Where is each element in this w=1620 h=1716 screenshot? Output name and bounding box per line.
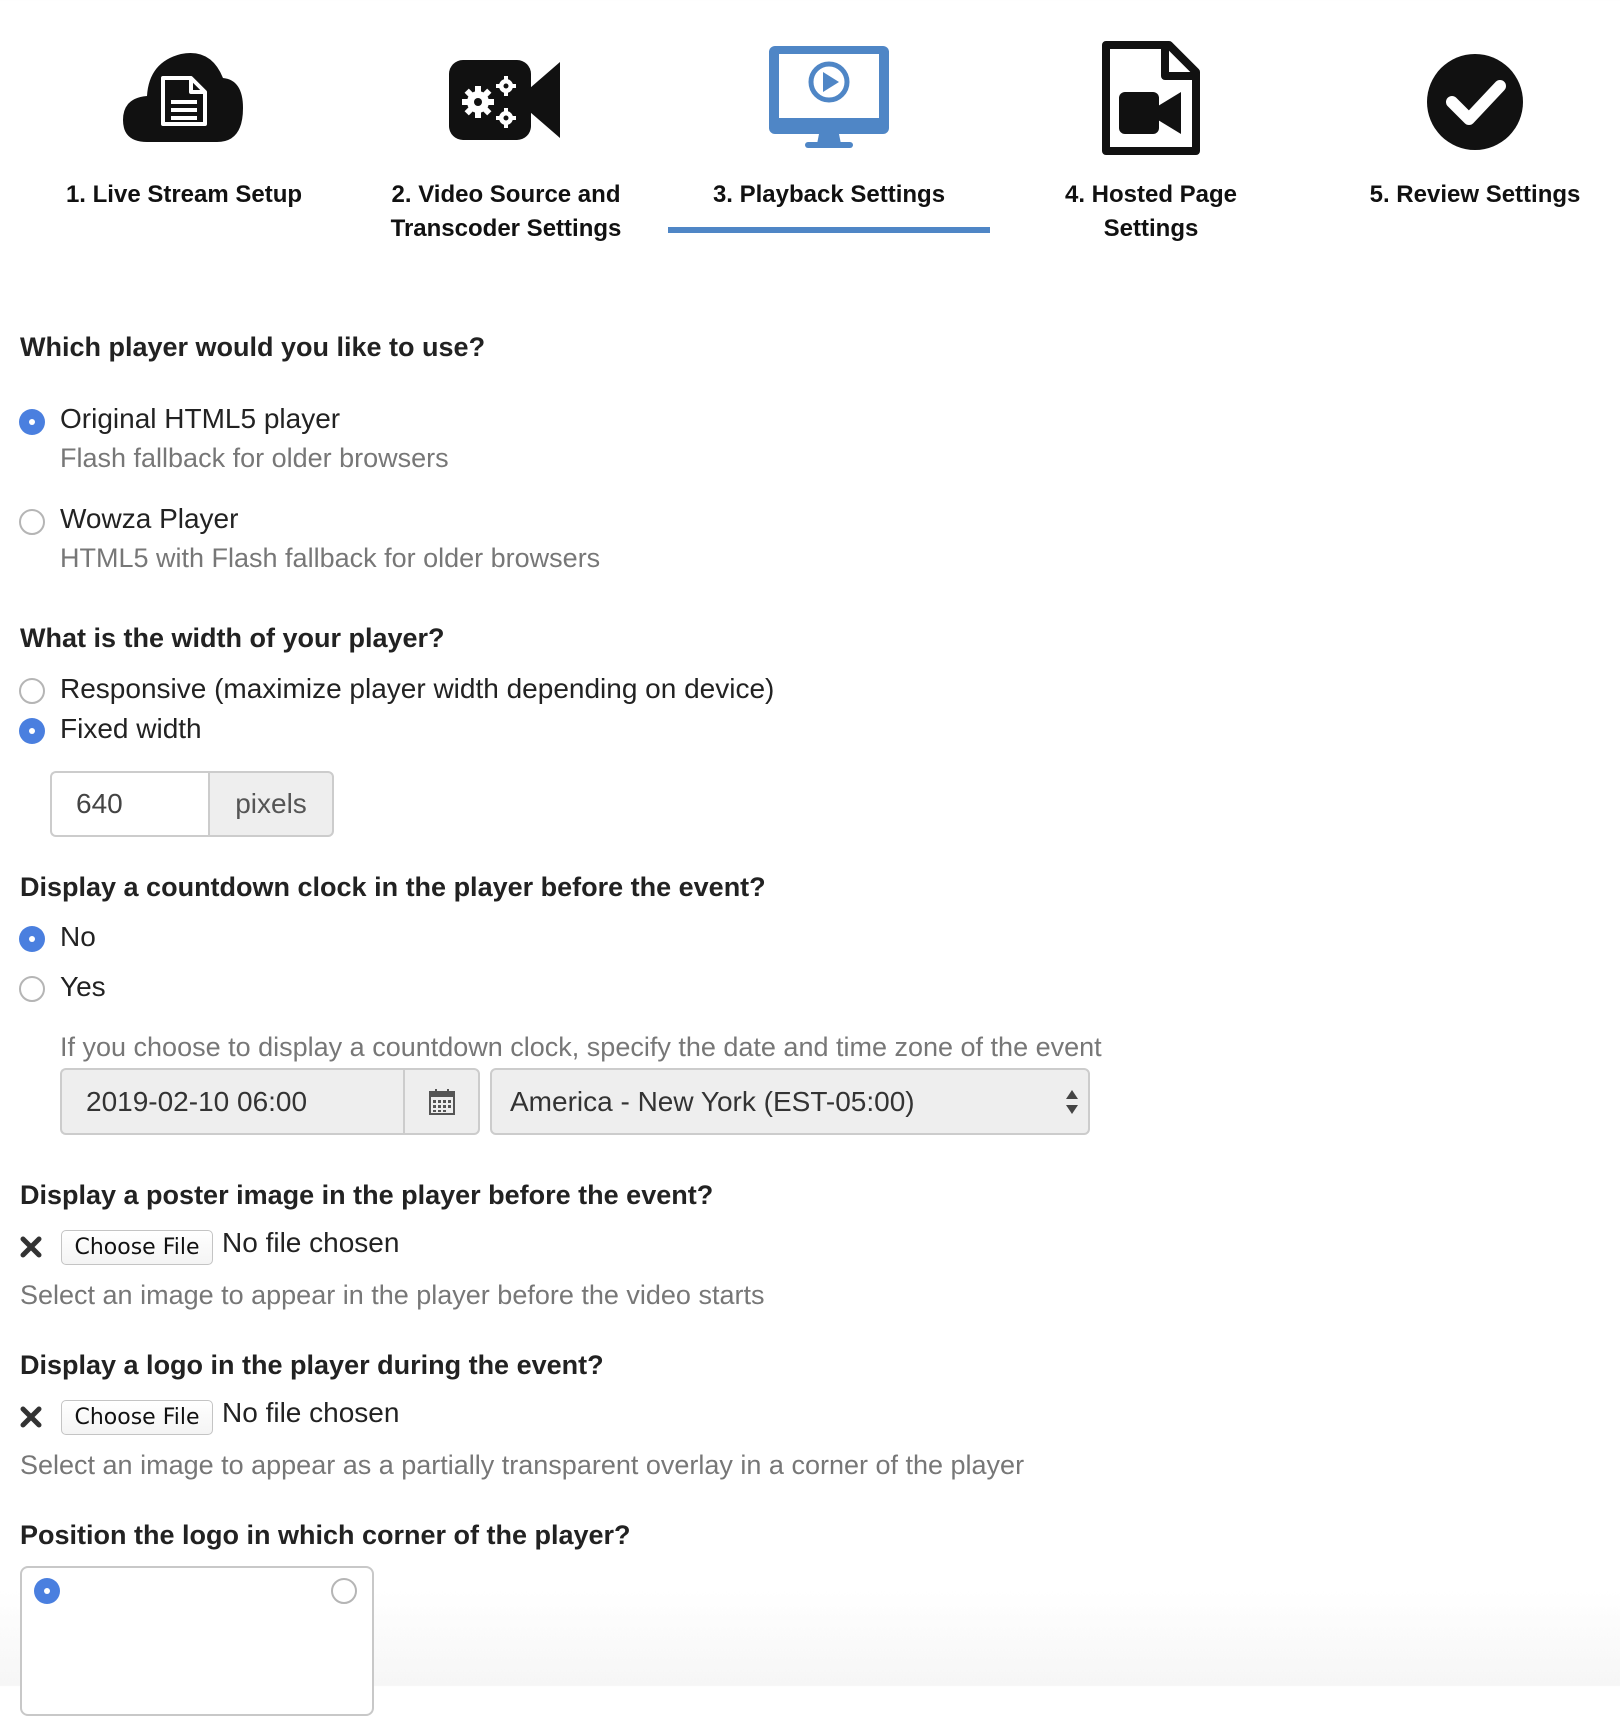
clear-poster-icon[interactable] bbox=[20, 1236, 42, 1258]
radio-original-html5-player[interactable] bbox=[19, 409, 45, 435]
option-fixed-width-label[interactable]: Fixed width bbox=[60, 713, 202, 745]
timezone-select[interactable]: America - New York (EST-05:00) bbox=[490, 1068, 1090, 1135]
radio-fixed-width[interactable] bbox=[19, 718, 45, 744]
width-question: What is the width of your player? bbox=[20, 623, 445, 653]
countdown-help: If you choose to display a countdown clo… bbox=[60, 1032, 1102, 1062]
radio-countdown-no[interactable] bbox=[19, 926, 45, 952]
option-wowza-player-help: HTML5 with Flash fallback for older brow… bbox=[60, 543, 601, 573]
radio-countdown-yes[interactable] bbox=[19, 976, 45, 1002]
radio-corner-top-right[interactable] bbox=[331, 1578, 357, 1604]
check-circle-icon bbox=[1314, 40, 1620, 170]
active-step-indicator bbox=[668, 227, 990, 233]
option-original-html5-player-label[interactable]: Original HTML5 player bbox=[60, 403, 340, 435]
logo-question: Display a logo in the player during the … bbox=[20, 1350, 604, 1380]
video-camera-gears-icon bbox=[345, 40, 667, 170]
event-datetime-input[interactable]: 2019-02-10 06:00 bbox=[60, 1068, 404, 1135]
clear-logo-icon[interactable] bbox=[20, 1406, 42, 1428]
logo-file-status: No file chosen bbox=[222, 1397, 400, 1428]
poster-help: Select an image to appear in the player … bbox=[20, 1280, 765, 1310]
option-wowza-player-label[interactable]: Wowza Player bbox=[60, 503, 238, 535]
step-label: 1. Live Stream Setup bbox=[65, 181, 303, 208]
option-countdown-no-label[interactable]: No bbox=[60, 921, 96, 953]
countdown-question: Display a countdown clock in the player … bbox=[20, 872, 766, 902]
radio-corner-top-left[interactable] bbox=[34, 1578, 60, 1604]
width-pixels-input[interactable]: 640 bbox=[50, 771, 208, 837]
calendar-icon bbox=[428, 1088, 455, 1115]
radio-responsive-width[interactable] bbox=[19, 678, 45, 704]
timezone-select-value: America - New York (EST-05:00) bbox=[510, 1086, 915, 1117]
logo-help: Select an image to appear as a partially… bbox=[20, 1450, 1025, 1480]
step-label: 2. Video Source and Transcoder Settings bbox=[390, 181, 622, 242]
radio-wowza-player[interactable] bbox=[19, 509, 45, 535]
step-label: 4. Hosted Page Settings bbox=[1064, 181, 1238, 242]
poster-question: Display a poster image in the player bef… bbox=[20, 1180, 714, 1210]
poster-file-status: No file chosen bbox=[222, 1227, 400, 1258]
calendar-button[interactable] bbox=[403, 1068, 480, 1135]
step-label: 5. Review Settings bbox=[1369, 181, 1581, 208]
file-video-icon bbox=[990, 40, 1312, 170]
option-countdown-yes-label[interactable]: Yes bbox=[60, 971, 106, 1003]
logo-position-question: Position the logo in which corner of the… bbox=[20, 1520, 631, 1550]
option-responsive-width-label[interactable]: Responsive (maximize player width depend… bbox=[60, 673, 774, 705]
player-question: Which player would you like to use? bbox=[20, 332, 486, 362]
width-unit-addon: pixels bbox=[208, 771, 334, 837]
select-arrows-icon bbox=[1066, 1090, 1078, 1114]
step-label: 3. Playback Settings bbox=[712, 181, 946, 208]
logo-choose-file-button[interactable]: Choose File bbox=[61, 1400, 213, 1435]
logo-corner-selector bbox=[20, 1566, 374, 1716]
poster-choose-file-button[interactable]: Choose File bbox=[61, 1230, 213, 1265]
cloud-document-icon bbox=[23, 40, 345, 170]
monitor-play-icon bbox=[668, 40, 990, 170]
option-original-html5-player-help: Flash fallback for older browsers bbox=[60, 443, 449, 473]
